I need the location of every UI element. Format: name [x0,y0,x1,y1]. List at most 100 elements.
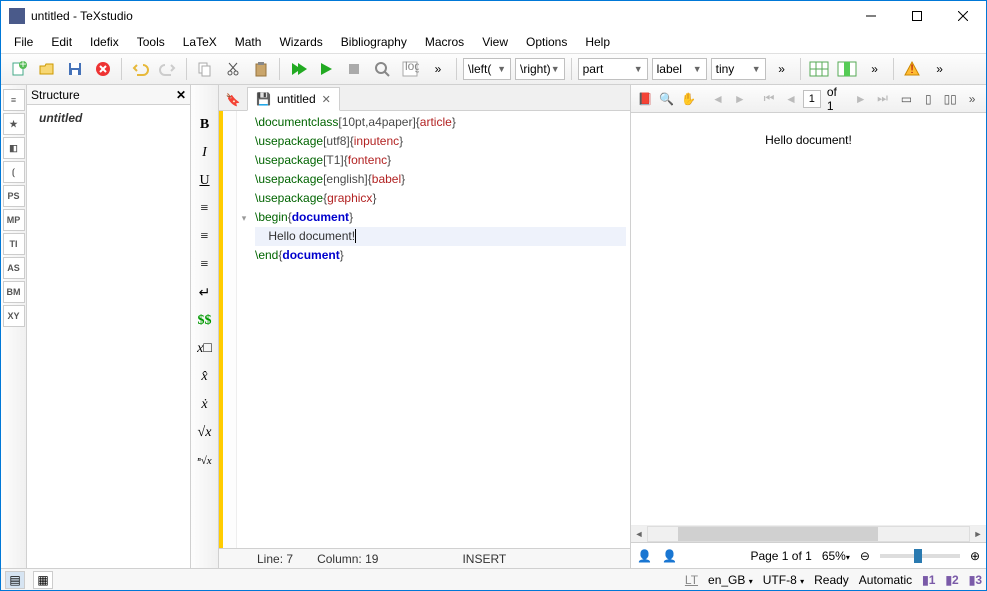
bookmark-3-icon[interactable]: ▮3 [969,573,982,587]
left-tool-9[interactable]: XY [3,305,25,327]
zoom-in-icon[interactable]: ⊕ [970,549,980,563]
left-tool-0[interactable]: ≡ [3,89,25,111]
menu-edit[interactable]: Edit [42,33,81,51]
undo-button[interactable] [127,56,153,82]
left-tool-5[interactable]: MP [3,209,25,231]
toolbar-overflow-3[interactable]: » [862,56,888,82]
menu-options[interactable]: Options [517,33,576,51]
double-page-icon[interactable]: ▯▯ [940,88,960,110]
math-button[interactable]: $$ [193,309,217,333]
menu-math[interactable]: Math [226,33,271,51]
cut-button[interactable] [220,56,246,82]
prev-page-icon[interactable]: ◄ [781,88,801,110]
left-tool-1[interactable]: ★ [3,113,25,135]
left-delim-combo[interactable]: \left(▼ [463,58,511,80]
preview-overflow[interactable]: » [962,88,982,110]
zoom-label[interactable]: 65%▾ [822,549,850,563]
user2-icon[interactable]: 👤 [662,549,677,563]
save-button[interactable] [62,56,88,82]
menu-idefix[interactable]: Idefix [81,33,128,51]
left-tool-3[interactable]: ⟮ [3,161,25,183]
menu-help[interactable]: Help [576,33,619,51]
view-pdf-button[interactable] [369,56,395,82]
menu-latex[interactable]: LaTeX [174,33,226,51]
single-page-icon[interactable]: ▯ [918,88,938,110]
preview-page[interactable]: Hello document! [631,113,986,526]
superscript-button[interactable]: x̂ [193,365,217,389]
tab-close-icon[interactable]: ✕ [322,93,331,106]
left-tool-4[interactable]: PS [3,185,25,207]
menu-wizards[interactable]: Wizards [270,33,331,51]
toolbar-overflow-2[interactable]: » [769,56,795,82]
bookmark-2-icon[interactable]: ▮2 [945,573,958,587]
close-file-button[interactable] [90,56,116,82]
left-tool-2[interactable]: ◧ [3,137,25,159]
last-page-icon[interactable]: ⏭ [873,88,893,110]
lang-combo[interactable]: en_GB ▾ [708,573,753,587]
copy-button[interactable] [192,56,218,82]
toolbar-overflow-1[interactable]: » [425,56,451,82]
structure-root[interactable]: untitled [39,111,82,125]
stop-button[interactable] [341,56,367,82]
new-file-button[interactable]: + [6,56,32,82]
menu-tools[interactable]: Tools [128,33,174,51]
lt-icon[interactable]: LT [685,573,698,587]
preview-h-scrollbar[interactable]: ◄► [631,526,986,542]
pdf-icon[interactable]: 📕 [635,88,655,110]
page-input[interactable] [803,90,821,108]
left-tool-7[interactable]: AS [3,257,25,279]
window-mode-icon[interactable]: ▭ [896,88,916,110]
maximize-button[interactable] [894,1,940,31]
align-left-button[interactable]: ≡ [193,197,217,221]
redo-button[interactable] [155,56,181,82]
underline-button[interactable]: U [193,169,217,193]
table-tool-1[interactable] [806,56,832,82]
align-center-button[interactable]: ≡ [193,225,217,249]
align-right-button[interactable]: ≡ [193,253,217,277]
forward-icon[interactable]: ► [730,88,750,110]
right-delim-combo[interactable]: \right)▼ [515,58,565,80]
subscript-button[interactable]: x□ [193,337,217,361]
menu-macros[interactable]: Macros [416,33,473,51]
view-log-button[interactable]: log [397,56,423,82]
encoding-combo[interactable]: UTF-8 ▾ [763,573,804,587]
back-icon[interactable]: ◄ [708,88,728,110]
editor-tab[interactable]: 💾 untitled ✕ [247,87,340,111]
search-icon[interactable]: 🔍 [657,88,677,110]
zoom-slider[interactable] [880,554,960,558]
ref-combo[interactable]: label▼ [652,58,707,80]
close-button[interactable] [940,1,986,31]
left-tool-8[interactable]: BM [3,281,25,303]
code-content[interactable]: \documentclass[10pt,a4paper]{article}\us… [251,111,630,548]
next-page-icon[interactable]: ► [851,88,871,110]
italic-button[interactable]: I [193,141,217,165]
build-run-button[interactable] [285,56,311,82]
table-tool-2[interactable] [834,56,860,82]
bookmark-1-icon[interactable]: ▮1 [922,573,935,587]
menu-view[interactable]: View [473,33,517,51]
close-icon[interactable]: ✕ [176,88,186,102]
sqrt-button[interactable]: √x [193,421,217,445]
menu-file[interactable]: File [5,33,42,51]
menu-bibliography[interactable]: Bibliography [332,33,416,51]
left-tool-6[interactable]: TI [3,233,25,255]
minimize-button[interactable] [848,1,894,31]
compile-button[interactable] [313,56,339,82]
frac-button[interactable]: ẋ [193,393,217,417]
toolbar-overflow-4[interactable]: » [927,56,953,82]
open-file-button[interactable] [34,56,60,82]
newline-button[interactable]: ↵ [193,281,217,305]
bookmarks-icon[interactable]: 🔖 [223,90,243,110]
panel-toggle-1[interactable]: ▤ [5,571,25,589]
bold-button[interactable]: B [193,113,217,137]
size-combo[interactable]: tiny▼ [711,58,766,80]
section-combo[interactable]: part▼ [578,58,648,80]
zoom-out-icon[interactable]: ⊖ [860,549,870,563]
panel-toggle-2[interactable]: ▦ [33,571,53,589]
hand-icon[interactable]: ✋ [679,88,699,110]
paste-button[interactable] [248,56,274,82]
first-page-icon[interactable]: ⏮ [759,88,779,110]
code-editor[interactable]: ▾ \documentclass[10pt,a4paper]{article}\… [219,111,630,548]
warning-button[interactable]: ! [899,56,925,82]
nth-root-button[interactable]: ⁿ√x [193,449,217,473]
